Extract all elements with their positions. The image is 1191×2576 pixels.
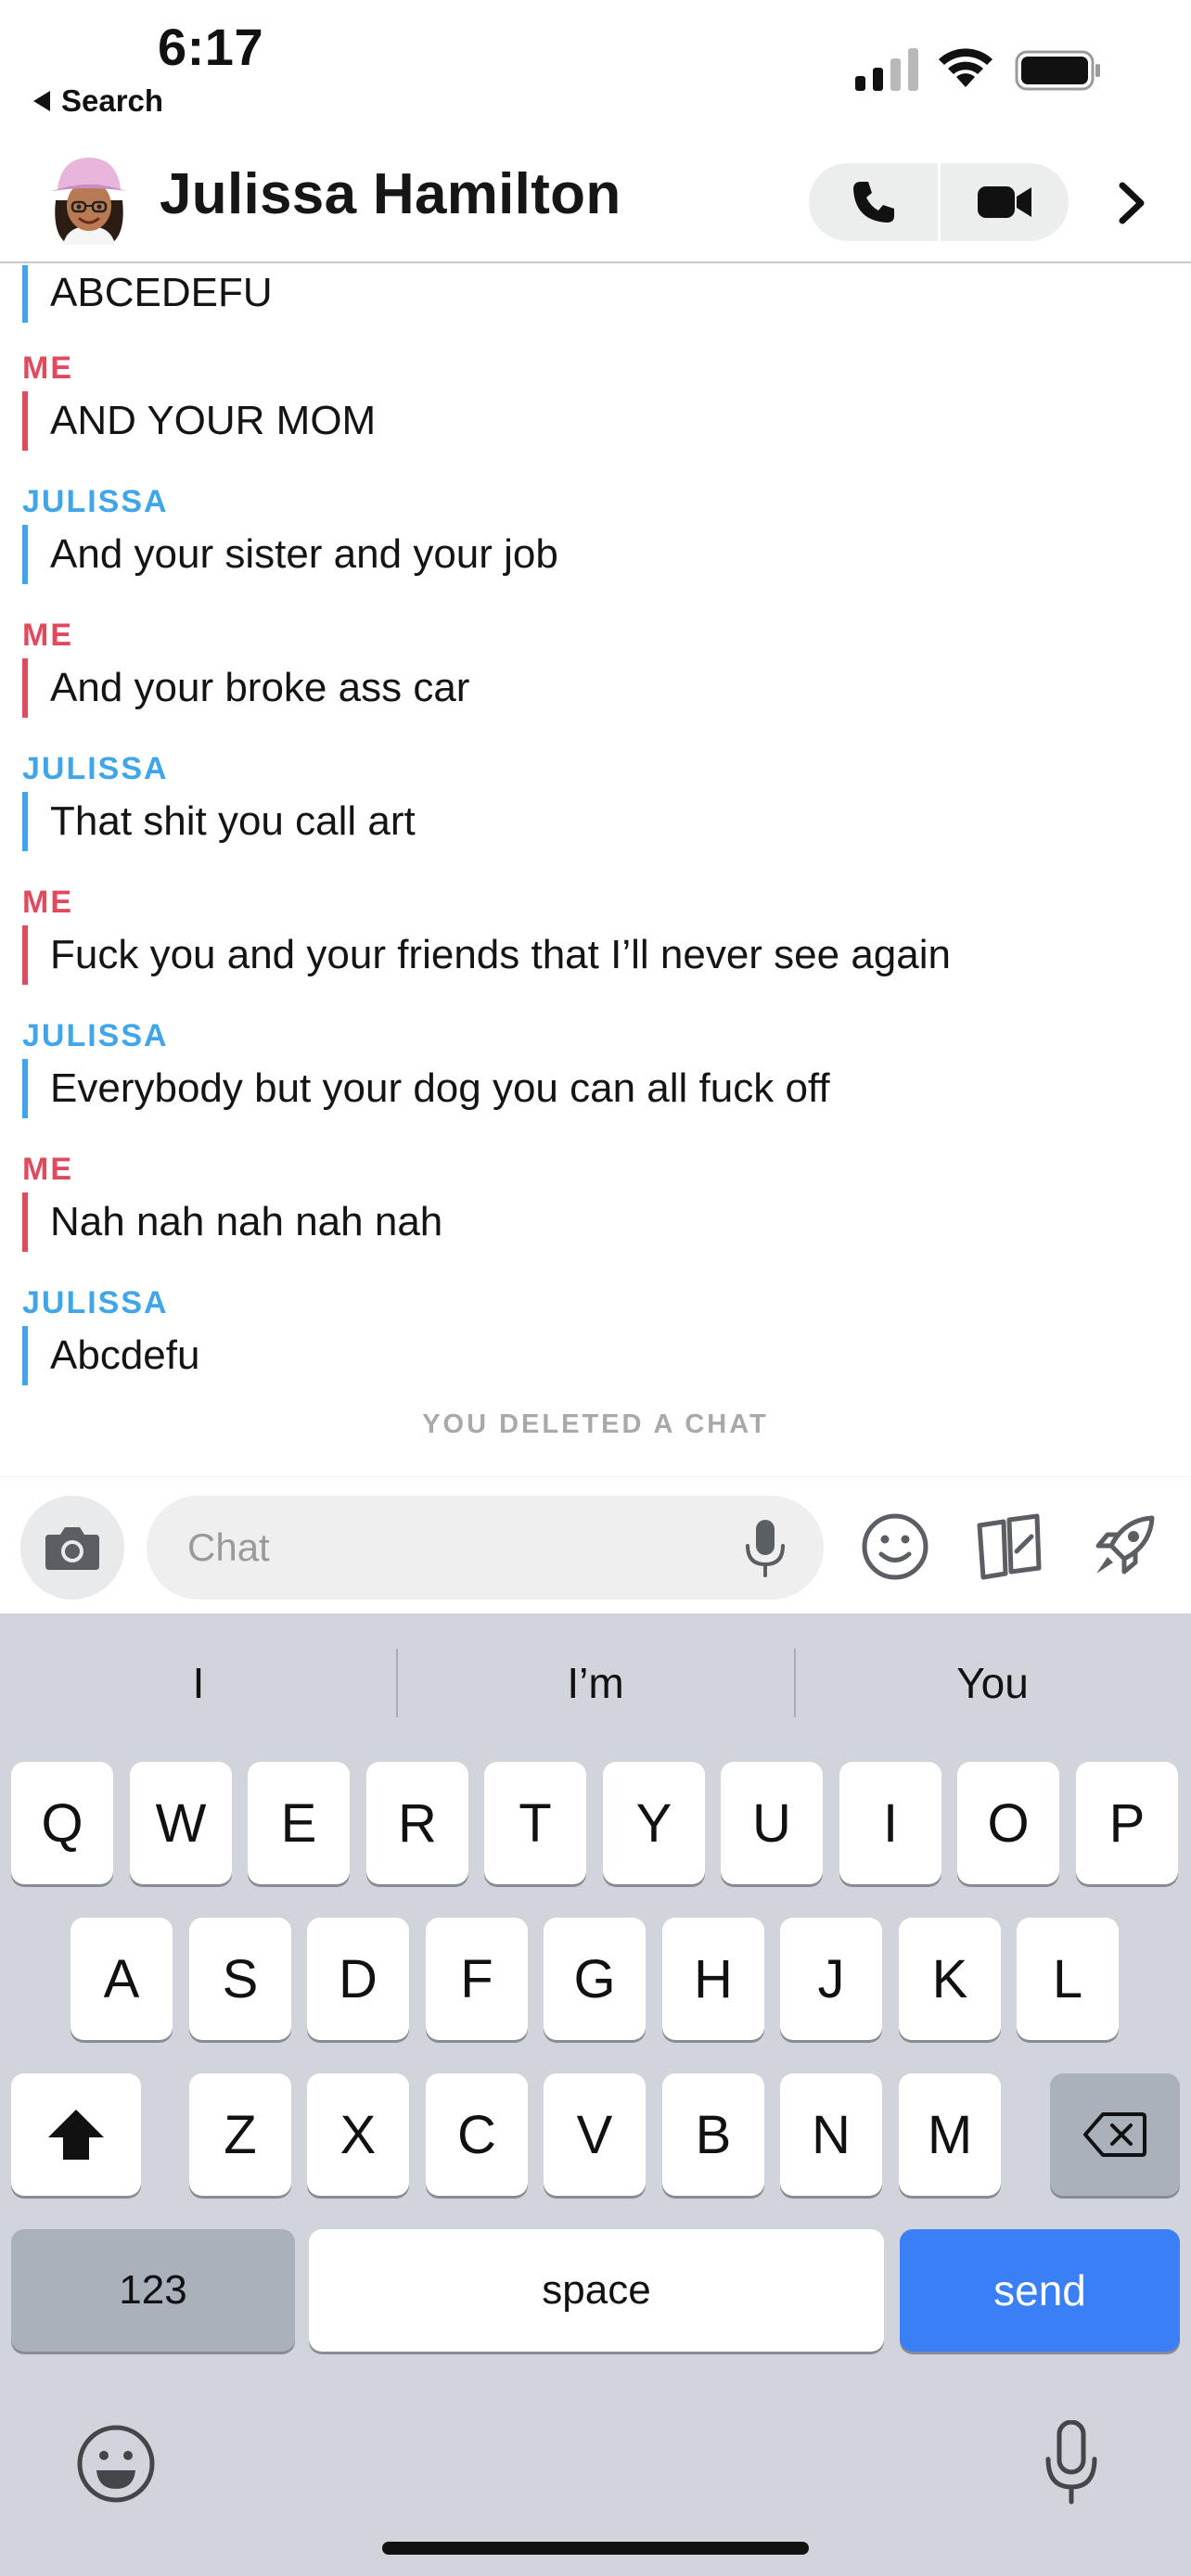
key-q[interactable]: Q <box>11 1762 113 1884</box>
home-indicator[interactable] <box>382 2542 809 2555</box>
chat-header: Julissa Hamilton <box>0 139 1191 263</box>
bitmoji-avatar-icon[interactable] <box>45 152 134 249</box>
microphone-icon[interactable] <box>742 1518 788 1579</box>
key-h[interactable]: H <box>662 1918 764 2040</box>
camera-button[interactable] <box>20 1496 124 1600</box>
key-f[interactable]: F <box>426 1918 528 2040</box>
key-k[interactable]: K <box>899 1918 1001 2040</box>
message-text[interactable]: Nah nah nah nah nah <box>22 1192 442 1252</box>
key-t[interactable]: T <box>484 1762 586 1884</box>
video-call-button[interactable] <box>941 163 1069 241</box>
sender-label: JULISSA <box>22 484 169 519</box>
phone-icon <box>852 182 894 223</box>
keyboard: I I’m You Q W E R T Y U I O P A S D F G … <box>0 1613 1191 2576</box>
cellular-signal-icon <box>855 48 918 91</box>
sender-label: JULISSA <box>22 751 169 786</box>
keyboard-emoji-icon[interactable] <box>74 2422 158 2506</box>
back-triangle-icon <box>33 91 50 111</box>
dictation-microphone-icon[interactable] <box>1043 2420 1100 2506</box>
key-c[interactable]: C <box>426 2073 528 2196</box>
predictive-suggestions-bar: I I’m You <box>0 1613 1191 1753</box>
message-text[interactable]: And your sister and your job <box>22 525 558 584</box>
suggestion-item[interactable]: I’m <box>397 1647 794 1719</box>
key-l[interactable]: L <box>1017 1918 1119 2040</box>
key-a[interactable]: A <box>70 1918 173 2040</box>
chevron-right-icon <box>1119 182 1145 224</box>
status-time: 6:17 <box>158 18 264 76</box>
message-text[interactable]: ABCEDEFU <box>22 265 273 323</box>
key-v[interactable]: V <box>544 2073 646 2196</box>
camera-icon <box>45 1527 99 1570</box>
key-p[interactable]: P <box>1076 1762 1178 1884</box>
key-g[interactable]: G <box>544 1918 646 2040</box>
chat-input[interactable] <box>147 1496 824 1600</box>
back-search-label: Search <box>61 83 164 118</box>
chat-input-bar <box>0 1476 1191 1613</box>
suggestion-item[interactable]: You <box>794 1647 1191 1719</box>
deleted-chat-notice: YOU DELETED A CHAT <box>422 1409 769 1439</box>
shift-arrow-icon <box>48 2110 104 2160</box>
key-o[interactable]: O <box>957 1762 1059 1884</box>
call-buttons-group <box>809 163 1069 241</box>
message-text[interactable]: AND YOUR MOM <box>22 391 376 451</box>
space-key[interactable]: space <box>309 2229 884 2352</box>
shift-key[interactable] <box>11 2073 141 2196</box>
suggestion-item[interactable]: I <box>0 1647 397 1719</box>
key-w[interactable]: W <box>130 1762 232 1884</box>
video-camera-icon <box>978 186 1031 218</box>
battery-icon <box>1015 50 1100 91</box>
message-text[interactable]: Everybody but your dog you can all fuck … <box>22 1059 830 1118</box>
key-s[interactable]: S <box>189 1918 291 2040</box>
send-key[interactable]: send <box>900 2229 1180 2352</box>
message-text[interactable]: That shit you call art <box>22 792 416 851</box>
status-bar: 6:17 Search <box>0 0 1191 139</box>
sender-label: JULISSA <box>22 1018 169 1053</box>
backspace-icon <box>1083 2112 1146 2157</box>
wifi-icon <box>939 48 992 87</box>
sender-label: ME <box>22 618 73 653</box>
key-b[interactable]: B <box>662 2073 764 2196</box>
cards-icon[interactable] <box>972 1509 1046 1583</box>
emoji-icon[interactable] <box>859 1511 931 1583</box>
sender-label: ME <box>22 885 73 920</box>
key-m[interactable]: M <box>899 2073 1001 2196</box>
message-text[interactable]: And your broke ass car <box>22 658 469 718</box>
profile-chevron-button[interactable] <box>1104 171 1159 236</box>
sender-label: ME <box>22 1152 73 1187</box>
key-d[interactable]: D <box>307 1918 409 2040</box>
back-to-search-button[interactable]: Search <box>33 83 163 119</box>
key-e[interactable]: E <box>248 1762 350 1884</box>
message-list[interactable]: ABCEDEFU ME AND YOUR MOM JULISSA And you… <box>0 265 1191 1471</box>
message-text[interactable]: Fuck you and your friends that I’ll neve… <box>22 925 951 985</box>
key-r[interactable]: R <box>366 1762 468 1884</box>
contact-name[interactable]: Julissa Hamilton <box>160 161 621 227</box>
backspace-key[interactable] <box>1050 2073 1180 2196</box>
key-n[interactable]: N <box>780 2073 882 2196</box>
sender-label: JULISSA <box>22 1285 169 1320</box>
key-u[interactable]: U <box>721 1762 823 1884</box>
key-j[interactable]: J <box>780 1918 882 2040</box>
message-text[interactable]: Abcdefu <box>22 1326 199 1385</box>
key-i[interactable]: I <box>839 1762 941 1884</box>
numbers-key[interactable]: 123 <box>11 2229 295 2352</box>
key-y[interactable]: Y <box>603 1762 705 1884</box>
key-z[interactable]: Z <box>189 2073 291 2196</box>
rocket-icon[interactable] <box>1087 1509 1161 1583</box>
voice-call-button[interactable] <box>809 163 938 241</box>
sender-label: ME <box>22 351 73 386</box>
key-x[interactable]: X <box>307 2073 409 2196</box>
